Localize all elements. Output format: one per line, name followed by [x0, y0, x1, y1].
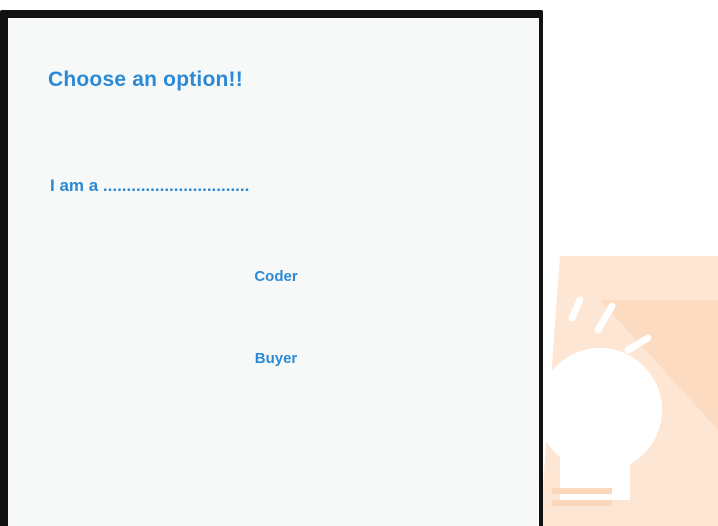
page-title: Choose an option!!	[48, 68, 243, 91]
app-stage: Choose an option!! I am a ..............…	[0, 0, 718, 526]
role-prompt: I am a ...............................	[50, 176, 250, 195]
app-screen: Choose an option!! I am a ..............…	[8, 18, 539, 526]
phone-frame: Choose an option!! I am a ..............…	[0, 10, 543, 526]
buyer-button[interactable]: Buyer	[198, 338, 354, 378]
coder-button[interactable]: Coder	[198, 256, 354, 296]
